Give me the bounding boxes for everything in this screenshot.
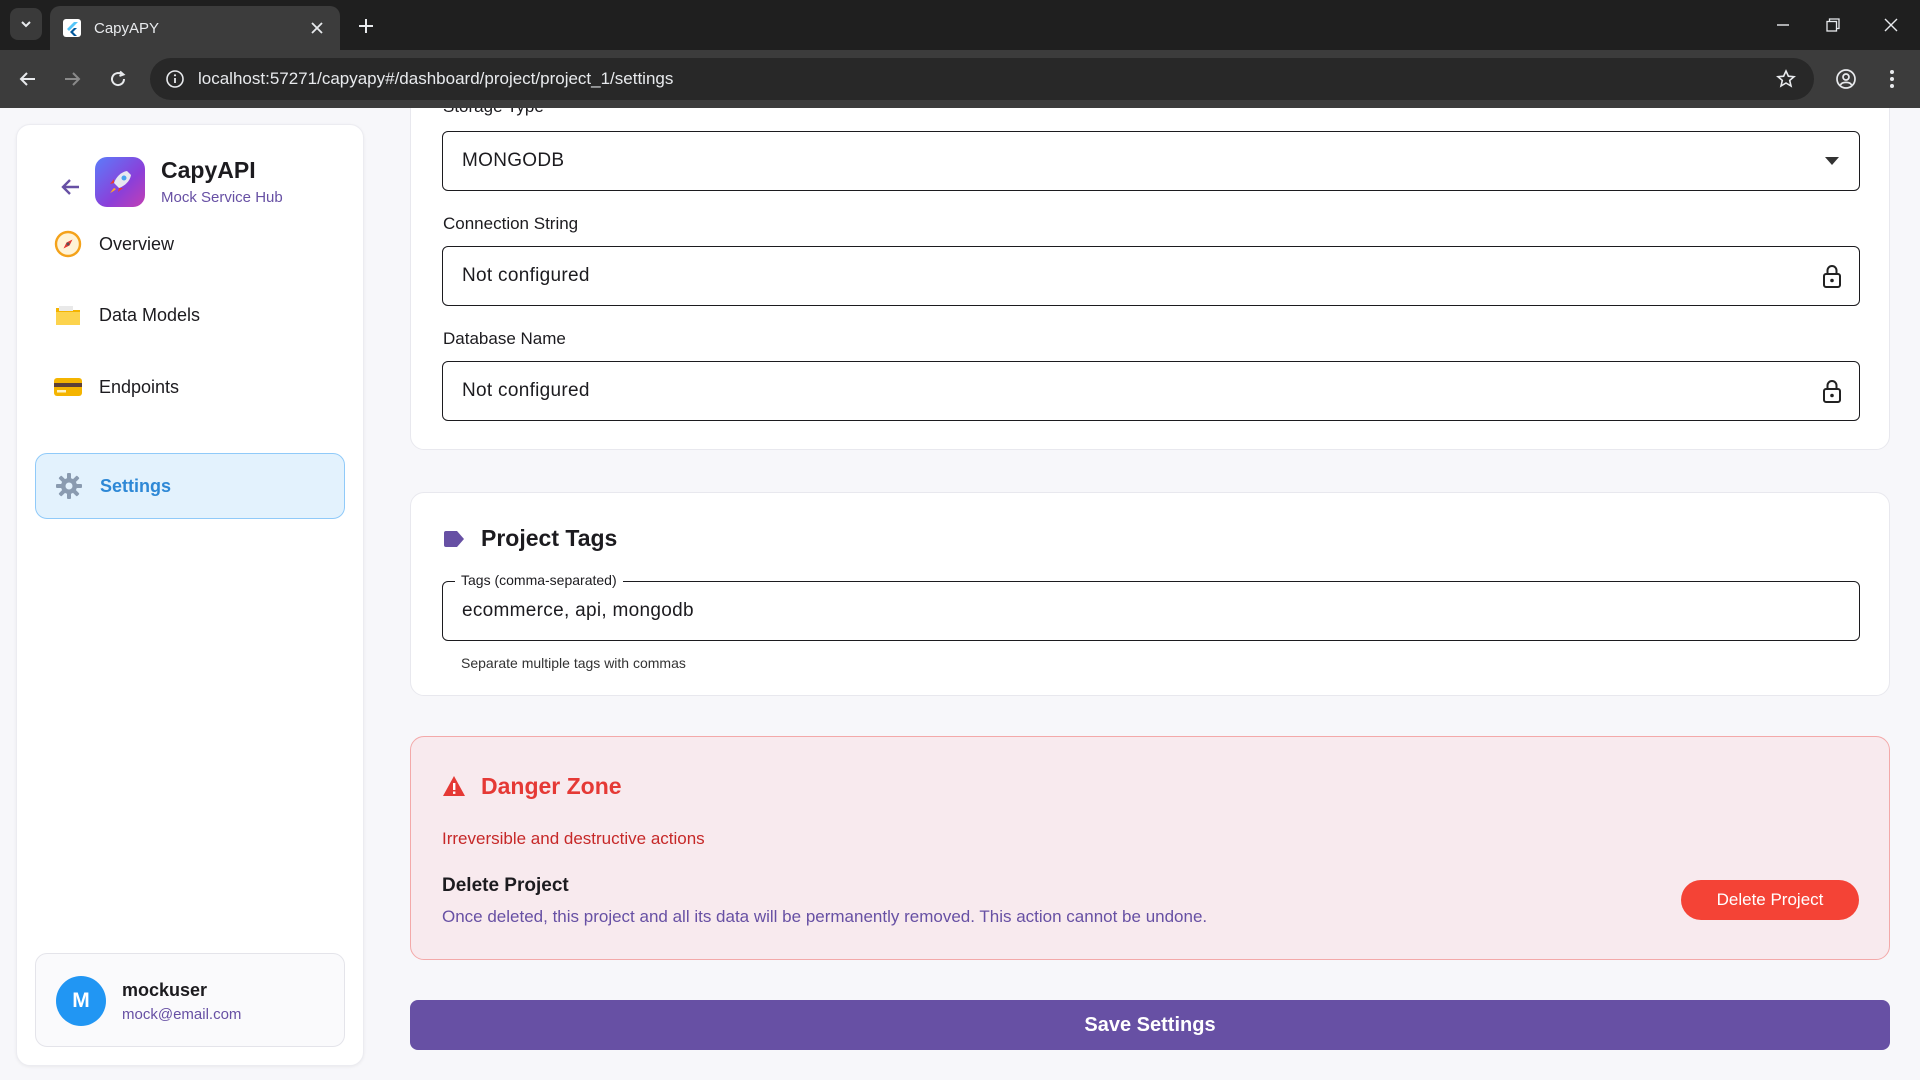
delete-project-button[interactable]: Delete Project (1681, 880, 1859, 920)
forward-button[interactable] (56, 63, 88, 95)
sidebar-item-endpoints[interactable]: Endpoints (35, 354, 345, 420)
flutter-icon (62, 18, 82, 38)
dropdown-arrow-icon (1819, 148, 1845, 174)
danger-zone-card: Danger Zone Irreversible and destructive… (410, 736, 1890, 960)
project-tags-card: Project Tags Tags (comma-separated) ecom… (410, 492, 1890, 696)
back-to-projects-button[interactable] (57, 173, 85, 201)
profile-button[interactable] (1830, 63, 1862, 95)
kebab-menu-icon (1890, 70, 1894, 88)
user-email: mock@email.com (122, 1006, 242, 1023)
gear-icon (54, 471, 84, 501)
browser-menu-button[interactable] (1876, 63, 1908, 95)
arrow-left-icon (19, 72, 35, 86)
connection-string-label: Connection String (443, 214, 579, 233)
plus-icon (359, 19, 373, 33)
storage-type-select[interactable]: MONGODB (442, 131, 1860, 191)
window-close[interactable] (1868, 10, 1914, 40)
reload-icon (111, 70, 126, 87)
rocket-icon (110, 171, 131, 193)
tab-title: CapyAPY (94, 19, 160, 37)
close-icon (1884, 18, 1898, 32)
tags-field-label: Tags (comma-separated) (455, 572, 623, 588)
user-name: mockuser (122, 980, 208, 1000)
restore-icon (1826, 18, 1840, 32)
arrow-left-icon (61, 179, 79, 195)
arrow-right-icon (65, 72, 81, 86)
lock-icon (1819, 378, 1845, 404)
sidebar-item-label: Settings (100, 475, 172, 496)
sidebar-item-label: Endpoints (99, 376, 180, 397)
new-tab-button[interactable] (352, 12, 380, 40)
sidebar-item-label: Overview (99, 233, 175, 254)
label-tag-icon (441, 526, 467, 552)
save-settings-button[interactable]: Save Settings (410, 1000, 1890, 1050)
address-bar[interactable]: localhost:57271/capyapy#/dashboard/proje… (150, 58, 1814, 100)
danger-zone-title: Danger Zone (481, 773, 622, 799)
database-name-label: Database Name (443, 329, 566, 348)
folder-icon (53, 300, 83, 330)
project-tags-title: Project Tags (481, 525, 618, 551)
compass-icon (53, 229, 83, 259)
connection-string-value: Not configured (462, 265, 590, 286)
url-text: localhost:57271/capyapy#/dashboard/proje… (198, 69, 674, 88)
profile-icon (1836, 69, 1856, 89)
tags-input[interactable]: Tags (comma-separated) ecommerce, api, m… (442, 572, 1860, 641)
sidebar-item-settings[interactable]: Settings (35, 453, 345, 519)
database-name-field[interactable]: Not configured (442, 361, 1860, 421)
delete-project-heading: Delete Project (442, 875, 569, 896)
lock-icon (1819, 263, 1845, 289)
bookmark-star-icon[interactable] (1774, 67, 1798, 91)
database-name-value: Not configured (462, 380, 590, 401)
window-minimize[interactable] (1760, 10, 1806, 40)
avatar: M (56, 976, 106, 1026)
site-info-icon[interactable] (162, 66, 188, 92)
danger-zone-description: Irreversible and destructive actions (442, 829, 705, 848)
user-profile-card[interactable]: M mockuser mock@email.com (35, 953, 345, 1047)
sidebar-item-overview[interactable]: Overview (35, 211, 345, 277)
close-tab-icon[interactable] (306, 17, 328, 39)
connection-string-field[interactable]: Not configured (442, 246, 1860, 306)
warning-icon (441, 773, 467, 799)
app-subtitle: Mock Service Hub (161, 189, 283, 206)
sidebar: CapyAPI Mock Service Hub Overview Data M… (16, 124, 364, 1066)
app-logo (95, 157, 145, 207)
app-name: CapyAPI (161, 157, 256, 183)
minimize-icon (1777, 24, 1789, 26)
reload-button[interactable] (102, 63, 134, 95)
storage-settings-card: Storage Type MONGODB Connection String N… (410, 80, 1890, 450)
delete-project-description: Once deleted, this project and all its d… (442, 907, 1208, 926)
browser-tabstrip: CapyAPY (0, 0, 1920, 50)
chevron-down-icon (21, 21, 31, 28)
sidebar-item-label: Data Models (99, 304, 201, 325)
browser-toolbar: localhost:57271/capyapy#/dashboard/proje… (0, 50, 1920, 108)
back-button[interactable] (12, 63, 44, 95)
browser-tab[interactable]: CapyAPY (50, 6, 340, 50)
tags-input-value: ecommerce, api, mongodb (462, 600, 694, 621)
window-restore[interactable] (1810, 10, 1856, 40)
tab-search-button[interactable] (10, 8, 42, 40)
credit-card-icon (53, 372, 83, 402)
tags-helper-text: Separate multiple tags with commas (461, 655, 686, 671)
storage-type-value: MONGODB (462, 150, 565, 171)
sidebar-item-data-models[interactable]: Data Models (35, 282, 345, 348)
